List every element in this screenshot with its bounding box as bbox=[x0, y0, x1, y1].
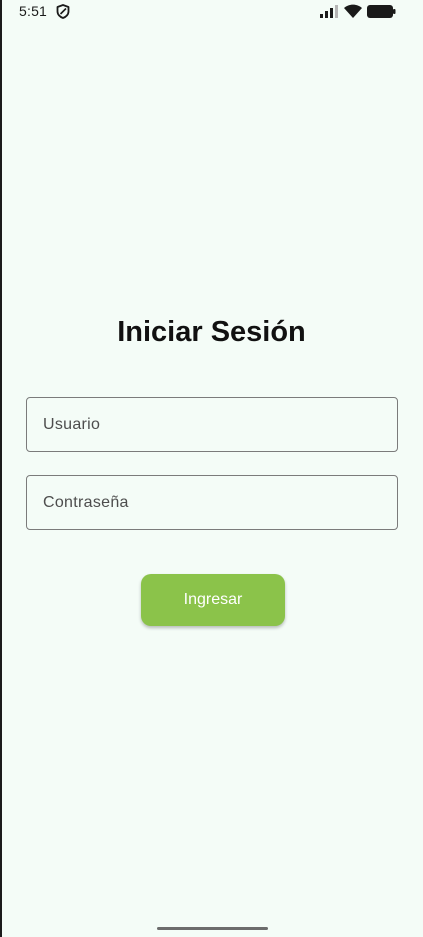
submit-button[interactable]: Ingresar bbox=[141, 574, 285, 626]
username-input[interactable] bbox=[27, 398, 397, 451]
status-bar: 5:51 bbox=[0, 0, 423, 24]
home-indicator[interactable] bbox=[157, 927, 268, 930]
signal-icon bbox=[320, 5, 338, 18]
password-input[interactable] bbox=[27, 476, 397, 529]
password-field[interactable] bbox=[26, 475, 398, 530]
username-field[interactable] bbox=[26, 397, 398, 452]
wifi-icon bbox=[344, 4, 362, 18]
shield-icon bbox=[56, 4, 70, 19]
status-time: 5:51 bbox=[19, 3, 48, 19]
battery-icon bbox=[367, 5, 396, 18]
page-title: Iniciar Sesión bbox=[117, 316, 306, 348]
screen-edge bbox=[0, 0, 2, 937]
